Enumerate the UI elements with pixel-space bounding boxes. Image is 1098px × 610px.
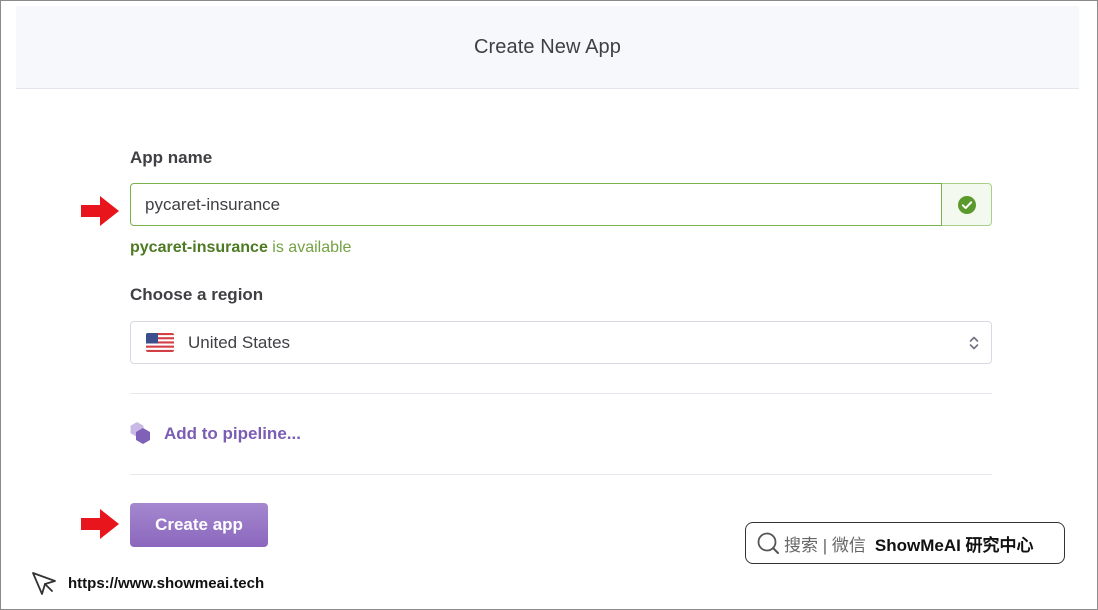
- watermark-brand: ShowMeAI 研究中心: [874, 535, 1034, 555]
- app-name-input[interactable]: [130, 183, 942, 226]
- annotation-arrow-icon: [81, 196, 119, 226]
- chevron-updown-icon: [969, 336, 979, 350]
- region-selected-value: United States: [188, 332, 291, 352]
- add-to-pipeline-link[interactable]: Add to pipeline...: [129, 421, 301, 446]
- section-divider: [130, 393, 992, 394]
- availability-app-name: pycaret-insurance: [130, 239, 268, 256]
- availability-message: pycaret-insurance is available: [130, 239, 351, 257]
- search-icon: [757, 532, 779, 554]
- section-divider: [130, 474, 992, 475]
- watermark-search-text: 搜索 | 微信: [784, 535, 866, 555]
- footer-url: https://www.showmeai.tech: [68, 574, 265, 592]
- footer-website-link[interactable]: https://www.showmeai.tech: [30, 570, 264, 596]
- page-title: Create New App: [473, 35, 622, 58]
- availability-suffix: is available: [267, 239, 352, 256]
- page-header: Create New App: [16, 6, 1079, 89]
- cursor-pointer-icon: [32, 572, 56, 595]
- check-circle-icon: [957, 195, 976, 214]
- valid-check-indicator: [942, 183, 992, 226]
- app-name-label: App name: [130, 148, 213, 167]
- showmeai-watermark: 搜索 | 微信 ShowMeAI 研究中心: [745, 522, 1065, 564]
- annotation-arrow-icon: [81, 509, 119, 539]
- app-name-field-group: [130, 183, 992, 226]
- create-app-button[interactable]: Create app: [130, 503, 268, 547]
- region-label: Choose a region: [130, 285, 264, 304]
- us-flag-icon: [146, 333, 174, 352]
- region-select[interactable]: United States: [130, 321, 992, 364]
- pipeline-hexagon-icon: [130, 422, 150, 444]
- add-to-pipeline-label: Add to pipeline...: [164, 423, 301, 443]
